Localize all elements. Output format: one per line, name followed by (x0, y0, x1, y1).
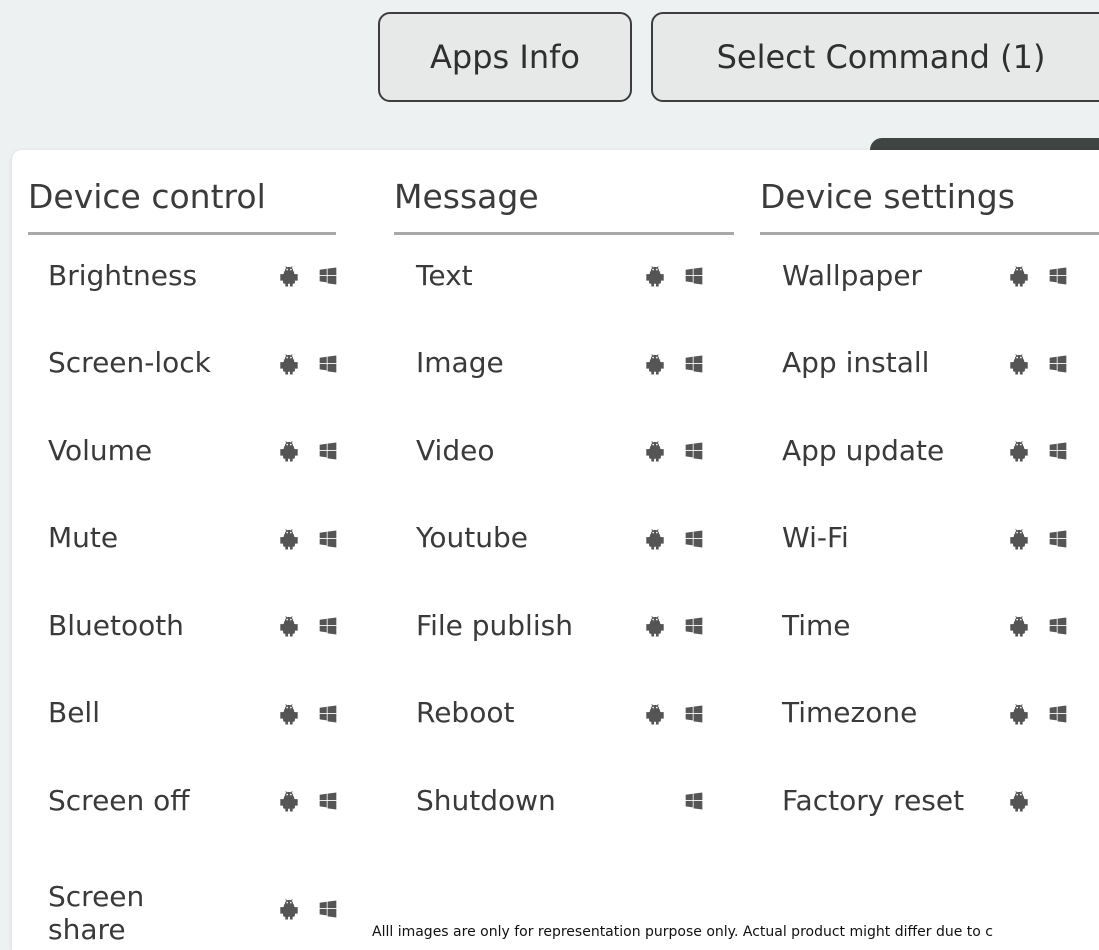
windows-icon (684, 616, 704, 636)
command-item-label: Timezone (782, 696, 918, 730)
windows-icon (684, 704, 704, 724)
column-heading: Device control (28, 177, 266, 216)
android-icon (1008, 440, 1030, 462)
column-heading-underline (28, 232, 336, 235)
command-item[interactable]: Screen off (48, 781, 190, 821)
command-item-label: Image (416, 346, 504, 380)
command-item[interactable]: Reboot (416, 694, 514, 734)
android-icon (278, 615, 300, 637)
command-item-label: Wi-Fi (782, 521, 849, 555)
android-icon (278, 790, 300, 812)
command-item-label: Wallpaper (782, 258, 923, 292)
windows-icon (318, 529, 338, 549)
command-item[interactable]: Timezone (782, 694, 917, 734)
windows-icon (684, 266, 704, 286)
column-heading-underline (760, 232, 1099, 235)
windows-icon (1048, 529, 1068, 549)
android-icon (644, 353, 666, 375)
android-icon (1008, 353, 1030, 375)
command-item-label: App install (782, 346, 930, 380)
android-icon (644, 265, 666, 287)
command-item-label: Volume (48, 433, 153, 467)
command-item[interactable]: App update (782, 431, 944, 471)
windows-icon (318, 441, 338, 461)
android-icon (1008, 790, 1030, 812)
command-item[interactable]: Image (416, 344, 504, 384)
command-item[interactable]: Text (416, 256, 473, 296)
command-item-label: Bluetooth (48, 608, 184, 642)
windows-icon (1048, 616, 1068, 636)
android-icon (278, 440, 300, 462)
windows-icon (684, 354, 704, 374)
command-item[interactable]: Bell (48, 694, 100, 734)
windows-icon (318, 791, 338, 811)
android-icon (1008, 265, 1030, 287)
windows-icon (1048, 441, 1068, 461)
android-icon (278, 353, 300, 375)
android-icon (278, 703, 300, 725)
windows-icon (684, 441, 704, 461)
command-item-label: Text (416, 258, 473, 292)
command-item[interactable]: Bluetooth (48, 606, 184, 646)
android-icon (644, 440, 666, 462)
android-icon (278, 898, 300, 920)
disclaimer-text: Alll images are only for representation … (372, 924, 993, 940)
android-icon (1008, 703, 1030, 725)
android-icon (644, 703, 666, 725)
windows-icon (318, 616, 338, 636)
windows-icon (1048, 266, 1068, 286)
apps-info-button[interactable]: Apps Info (378, 12, 632, 102)
windows-icon (684, 529, 704, 549)
command-item[interactable]: Volume (48, 431, 152, 471)
command-item-label: Reboot (416, 696, 515, 730)
column-heading-underline (394, 232, 734, 235)
command-item-label: Mute (48, 521, 119, 555)
command-item[interactable]: Shutdown (416, 781, 556, 821)
command-item-label: Screen share (48, 880, 145, 946)
column-heading: Device settings (760, 177, 1015, 216)
command-item-label: App update (782, 433, 945, 467)
android-icon (1008, 615, 1030, 637)
android-icon (278, 265, 300, 287)
command-item-label: Screen-lock (48, 346, 211, 380)
select-command-button[interactable]: Select Command (1) (651, 12, 1099, 102)
command-item[interactable]: Wi-Fi (782, 519, 849, 559)
command-item-label: Factory reset (782, 783, 965, 817)
windows-icon (684, 791, 704, 811)
command-item-label: Time (782, 608, 851, 642)
command-item-label: File publish (416, 608, 573, 642)
command-item-label: Screen off (48, 783, 190, 817)
command-item-label: Youtube (416, 521, 528, 555)
command-panel: Device control Brightness Screen-lock Volum… (12, 150, 1099, 950)
android-icon (644, 528, 666, 550)
android-icon (278, 528, 300, 550)
command-item[interactable]: Screen-lock (48, 344, 211, 384)
column-heading: Message (394, 177, 539, 216)
command-item[interactable]: File publish (416, 606, 573, 646)
windows-icon (1048, 704, 1068, 724)
command-item[interactable]: Time (782, 606, 851, 646)
android-icon (644, 615, 666, 637)
windows-icon (1048, 354, 1068, 374)
command-item-label: Brightness (48, 258, 198, 292)
windows-icon (318, 704, 338, 724)
windows-icon (318, 899, 338, 919)
command-item[interactable]: App install (782, 344, 929, 384)
command-item-label: Bell (48, 696, 100, 730)
command-item[interactable]: Mute (48, 519, 118, 559)
command-item[interactable]: Youtube (416, 519, 528, 559)
command-item-label: Shutdown (416, 783, 556, 817)
windows-icon (318, 266, 338, 286)
command-item[interactable]: Factory reset (782, 781, 964, 821)
command-item[interactable]: Screen share (48, 879, 144, 949)
command-item[interactable]: Wallpaper (782, 256, 922, 296)
command-item[interactable]: Video (416, 431, 494, 471)
android-icon (1008, 528, 1030, 550)
windows-icon (318, 354, 338, 374)
command-item-label: Video (416, 433, 495, 467)
command-item[interactable]: Brightness (48, 256, 197, 296)
